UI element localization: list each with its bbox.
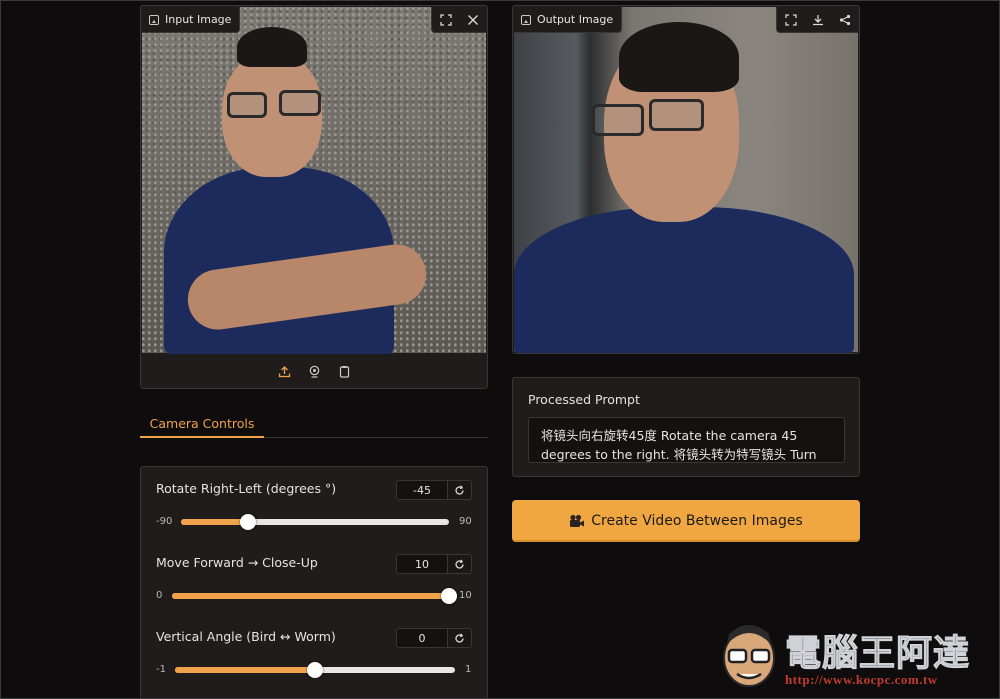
reset-icon[interactable] [448,480,472,500]
vertical-angle-control: Vertical Angle (Bird ↔ Worm) 0 -1 1 [141,615,487,689]
tab-camera-controls[interactable]: Camera Controls [140,410,264,438]
glasses-shape-right [649,99,704,131]
mascot-logo [723,625,775,687]
image-icon [149,14,159,25]
forward-control: Move Forward → Close-Up 10 0 10 [141,541,487,615]
output-image-tools [776,7,858,33]
input-source-toolbar [141,354,487,388]
glasses-shape-right [279,90,321,116]
create-video-label: Create Video Between Images [591,513,803,529]
hair-shape [237,27,307,67]
forward-max: 10 [459,590,472,601]
watermark-url: http://www.kocpc.com.tw [785,672,938,687]
site-watermark: 電腦王阿達 http://www.kocpc.com.tw [715,612,995,694]
reset-icon[interactable] [448,628,472,648]
upload-icon[interactable] [276,364,292,380]
webcam-icon[interactable] [306,364,322,380]
vertical-angle-number-input[interactable]: 0 [396,628,448,648]
rotate-slider-thumb[interactable] [240,514,256,530]
output-image-label-text: Output Image [537,13,614,26]
video-camera-icon [570,514,585,527]
forward-number-input[interactable]: 10 [396,554,448,574]
clipboard-icon[interactable] [336,364,352,380]
forward-slider-thumb[interactable] [441,588,457,604]
close-icon[interactable] [459,7,486,32]
fullscreen-icon[interactable] [432,7,459,32]
watermark-text: 電腦王阿達 [784,633,971,675]
create-video-button[interactable]: Create Video Between Images [512,500,860,542]
forward-min: 0 [156,590,163,601]
vertical-angle-slider-fill [175,667,315,673]
rotate-label: Rotate Right-Left (degrees °) [156,481,337,496]
download-icon[interactable] [804,7,831,32]
processed-prompt-title: Processed Prompt [528,392,640,407]
input-image-label-text: Input Image [165,13,232,26]
forward-label: Move Forward → Close-Up [156,555,318,570]
rotate-max: 90 [459,516,472,527]
rotate-number-input[interactable]: -45 [396,480,448,500]
fullscreen-icon[interactable] [777,7,804,32]
glasses-shape-left [592,104,644,136]
glasses-shape-left [227,92,267,118]
image-icon [521,14,531,25]
input-image[interactable] [142,7,486,357]
rotate-slider-fill [181,519,248,525]
output-image[interactable] [514,7,858,353]
reset-icon[interactable] [448,554,472,574]
vertical-angle-min: -1 [156,664,166,675]
input-image-label: Input Image [142,7,241,33]
camera-controls-panel: Rotate Right-Left (degrees °) -45 -90 90… [140,466,488,699]
rotate-slider[interactable] [181,514,449,530]
vertical-angle-slider[interactable] [175,662,455,678]
vertical-angle-slider-thumb[interactable] [307,662,323,678]
forward-slider-fill [172,593,449,599]
rotate-min: -90 [156,516,173,527]
input-image-panel: Input Image [140,5,488,389]
hair-shape [619,22,739,92]
output-image-label: Output Image [514,7,623,33]
processed-prompt-textbox[interactable]: 将镜头向右旋转45度 Rotate the camera 45 degrees … [528,417,845,463]
share-icon[interactable] [831,7,858,32]
tab-bar: Camera Controls [140,410,488,438]
input-image-tools [431,7,486,33]
shirt-shape [514,207,854,353]
forward-slider[interactable] [172,588,457,604]
output-photo [514,7,858,353]
vertical-angle-max: 1 [465,664,472,675]
input-photo [142,7,486,357]
rotate-control: Rotate Right-Left (degrees °) -45 -90 90 [141,467,487,541]
output-image-panel: Output Image [512,5,860,354]
processed-prompt-panel: Processed Prompt 将镜头向右旋转45度 Rotate the c… [512,377,860,477]
vertical-angle-label: Vertical Angle (Bird ↔ Worm) [156,629,336,644]
